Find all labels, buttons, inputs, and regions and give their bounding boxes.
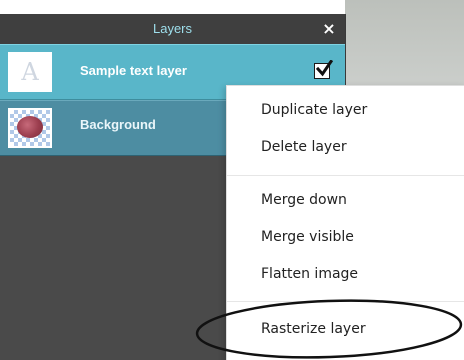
close-icon[interactable]: × — [321, 14, 337, 44]
layer-name: Sample text layer — [80, 63, 187, 78]
checkmark-icon — [315, 60, 333, 77]
screenshot-stage: Layers × A Sample text layer Background … — [0, 0, 464, 360]
layers-panel-header: Layers × — [0, 14, 345, 44]
menu-item-flatten-image[interactable]: Flatten image — [261, 260, 358, 288]
layer-visibility-checkbox[interactable] — [314, 60, 333, 79]
layer-context-menu: Duplicate layer Delete layer Merge down … — [226, 85, 464, 360]
thumbnail-image-content — [17, 116, 43, 138]
menu-separator — [227, 301, 464, 302]
menu-item-rasterize-layer[interactable]: Rasterize layer — [261, 315, 366, 343]
menu-item-merge-down[interactable]: Merge down — [261, 186, 347, 214]
image-thumbnail — [8, 108, 52, 148]
layers-panel-title: Layers — [152, 21, 193, 36]
text-layer-glyph: A — [21, 58, 39, 86]
menu-item-duplicate-layer[interactable]: Duplicate layer — [261, 96, 367, 124]
menu-item-delete-layer[interactable]: Delete layer — [261, 133, 347, 161]
layer-name: Background — [80, 117, 156, 132]
menu-item-merge-visible[interactable]: Merge visible — [261, 223, 354, 251]
menu-separator — [227, 175, 464, 176]
text-layer-thumbnail: A — [8, 52, 52, 92]
